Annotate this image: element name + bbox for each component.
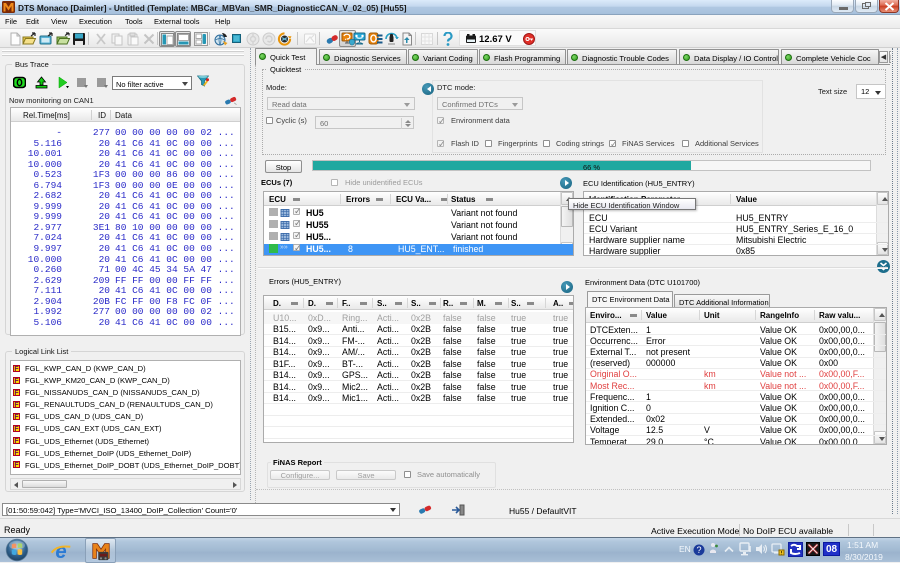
svg-text:e: e [55,541,66,562]
svg-text:?: ? [696,545,701,555]
